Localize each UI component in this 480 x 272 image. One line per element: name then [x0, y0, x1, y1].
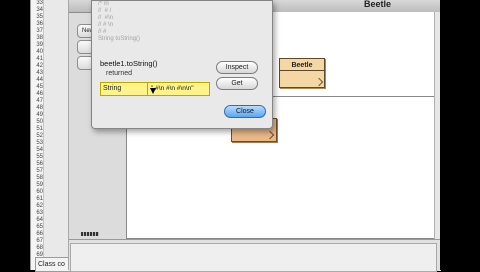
- line-number: 43: [36, 70, 43, 76]
- compile-status-icon: [314, 77, 324, 87]
- line-number: 50: [36, 119, 43, 125]
- line-number: 44: [36, 77, 43, 83]
- line-number: 34: [36, 7, 43, 13]
- line-number: 33: [36, 0, 43, 6]
- line-number: 52: [36, 133, 43, 139]
- line-number: 61: [36, 196, 43, 202]
- line-number: 35: [36, 14, 43, 20]
- beetle-class-box[interactable]: Beetle: [279, 58, 325, 88]
- line-number: 45: [36, 84, 43, 90]
- method-result-dialog: /* \n // # / // #\n // # \n // # String …: [91, 0, 273, 129]
- line-number: 53: [36, 140, 43, 146]
- line-number: 66: [36, 231, 43, 237]
- inspect-button[interactable]: Inspect: [216, 61, 258, 74]
- line-number: 47: [36, 98, 43, 104]
- line-number-gutter: 33 34 35 36 37 38 39 40 41 42 43 44 45 46 47 48 49 50 51 52…: [31, 0, 44, 270]
- close-button[interactable]: Close: [224, 105, 266, 118]
- line-number: 39: [36, 42, 43, 48]
- line-number: 37: [36, 28, 43, 34]
- method-call-text: beetle1.toString(): [100, 59, 158, 68]
- line-number: 51: [36, 126, 43, 132]
- line-number: 57: [36, 168, 43, 174]
- beetle-class-label: Beetle: [291, 62, 313, 69]
- line-number: 60: [36, 189, 43, 195]
- class-box-divider: [280, 70, 324, 71]
- line-number: 55: [36, 154, 43, 160]
- line-number: 65: [36, 224, 43, 230]
- line-number: 54: [36, 147, 43, 153]
- result-type: String: [101, 83, 148, 95]
- result-value: " #\n #\n #\n\n": [151, 85, 194, 92]
- line-number: 59: [36, 182, 43, 188]
- line-number: 56: [36, 161, 43, 167]
- method-signature: String toString(): [98, 36, 141, 42]
- line-number: 48: [36, 105, 43, 111]
- line-number: 38: [36, 35, 43, 41]
- split-pane-handle[interactable]: [81, 232, 99, 236]
- line-number: 42: [36, 63, 43, 69]
- screen-border: [440, 0, 480, 270]
- get-button[interactable]: Get: [216, 77, 258, 90]
- line-number: 36: [36, 21, 43, 27]
- line-number: 68: [36, 245, 43, 251]
- mouse-cursor-icon: [150, 88, 156, 94]
- line-number: 63: [36, 210, 43, 216]
- line-number: 62: [36, 203, 43, 209]
- object-bench-area: [70, 243, 437, 272]
- line-number: 58: [36, 175, 43, 181]
- compile-status-icon: [265, 130, 275, 140]
- method-doc-comment: /* \n // # / // #\n // # \n // #: [98, 1, 114, 35]
- line-number: 40: [36, 49, 43, 55]
- line-number: 41: [36, 56, 43, 62]
- line-number: 67: [36, 238, 43, 244]
- project-title: Beetle: [363, 0, 391, 9]
- line-number: 49: [36, 112, 43, 118]
- line-number: 46: [36, 91, 43, 97]
- line-number: 64: [36, 217, 43, 223]
- returned-label: returned: [106, 70, 133, 77]
